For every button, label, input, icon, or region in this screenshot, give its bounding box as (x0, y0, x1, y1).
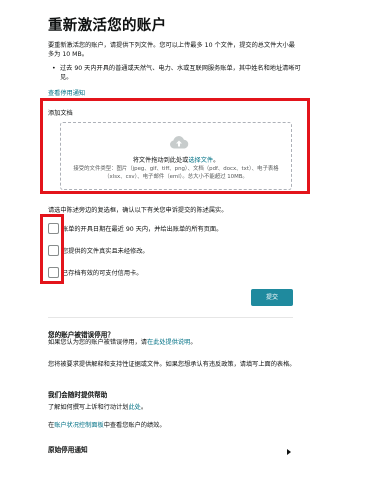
original-notice-toggle[interactable]: 原始停用通知 (48, 444, 88, 454)
page-title: 重新激活您的账户 (48, 18, 167, 34)
wrong-suffix: 。 (190, 339, 197, 346)
caret-right-icon[interactable] (287, 449, 291, 455)
wrongly-deactivated-text: 如果您认为您的账户被错误停用，请在此处提供说明。 (48, 338, 298, 347)
requirement-text: 过去 90 天内开具的普通或天然气、电力、水或互联网服务账单，其中姓名和地址清晰… (60, 65, 301, 81)
account-health-dashboard-link[interactable]: 账户状况控制面板 (54, 422, 104, 429)
checkbox-label: 您提供的文件真实且未经修改。 (62, 247, 149, 255)
view-deactivation-notice-link[interactable]: 查看停用通知 (48, 88, 85, 97)
appeal-prefix: 了解如何撰写上诉和行动计划 (48, 404, 129, 411)
checkbox-label: 账单的开具日期在最近 90 天内，并给出账单的所有页面。 (62, 225, 223, 233)
confirm-instructions: 请选中陈述旁边的复选框，确认以下有关您申诉提交的陈述属实。 (48, 207, 228, 214)
requirement-bullet: • 过去 90 天内开具的普通或天然气、电力、水或互联网服务账单，其中姓名和地址… (52, 64, 302, 82)
intro-text: 要重新激活您的账户，请提供下列文件。您可以上传最多 10 个文件，提交的总文件大… (48, 42, 295, 58)
policy-text: 您将被要求提供解释和支持性证据或文件。如果您想承认有违反政策，请填写上面的表格。 (48, 361, 296, 368)
appeal-guide-text: 了解如何撰写上诉和行动计划此处。 (48, 403, 298, 412)
appeal-guide-link[interactable]: 此处 (128, 404, 140, 411)
help-heading: 我们会随时提供帮助 (48, 391, 108, 399)
appeal-suffix: 。 (140, 404, 147, 411)
wrong-prefix: 如果您认为您的账户被错误停用，请 (48, 339, 147, 346)
dash-suffix: 中查看您账户的绩效。 (103, 422, 166, 429)
submit-button[interactable]: 提交 (251, 289, 293, 306)
upload-highlight-frame (40, 98, 310, 194)
checkbox-highlight-frame (40, 214, 64, 284)
section-divider (48, 317, 293, 318)
provide-explanation-link[interactable]: 在此处提供说明 (147, 339, 190, 346)
bullet-dot: • (52, 65, 56, 72)
confirm-row-billing[interactable]: 账单的开具日期在最近 90 天内，并给出账单的所有页面。 (48, 222, 222, 234)
checkbox-label: 已存档有效的可支付信用卡。 (62, 269, 143, 277)
dashboard-text: 在账户状况控制面板中查看您账户的绩效。 (48, 421, 298, 430)
